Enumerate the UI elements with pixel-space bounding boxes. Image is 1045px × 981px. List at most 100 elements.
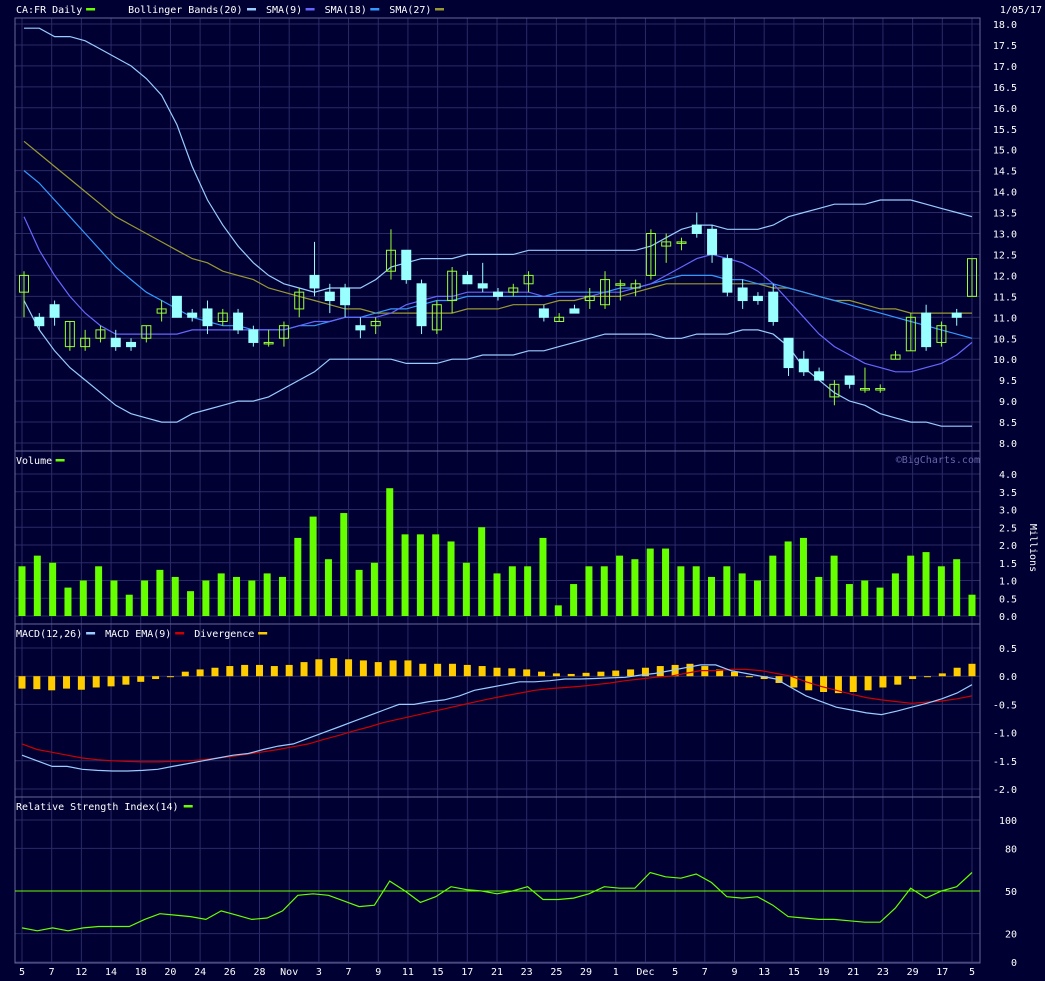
rsi-legend: Relative Strength Index(14) — [16, 802, 193, 813]
candle-body — [110, 337, 121, 348]
volume-bar — [600, 566, 608, 616]
y-tick-label: 13.0 — [993, 230, 1017, 241]
x-tick-label: 7 — [702, 967, 708, 978]
candle-body — [737, 287, 748, 302]
y-tick-label: 15.0 — [993, 146, 1017, 157]
candle-body — [844, 375, 855, 385]
x-tick-label: 23 — [521, 967, 533, 978]
divergence-bar — [745, 676, 753, 678]
legend-swatch — [435, 8, 444, 11]
legend-label: Bollinger Bands(20) — [128, 5, 242, 16]
legend-label: Divergence — [194, 629, 254, 640]
candle-body — [951, 312, 962, 318]
divergence-bar — [211, 667, 219, 677]
divergence-bar — [597, 671, 605, 677]
divergence-bar — [241, 664, 249, 677]
candle-body — [768, 291, 779, 322]
y-tick-label: 2.0 — [999, 541, 1017, 552]
volume-bar — [33, 555, 41, 616]
divergence-bar — [196, 669, 204, 677]
y-tick-label: 11.5 — [993, 292, 1017, 303]
volume-bar — [968, 594, 976, 616]
volume-bar — [662, 548, 670, 616]
volume-bar — [49, 562, 57, 616]
candle-body — [171, 295, 182, 318]
volume-bar — [585, 566, 593, 616]
divergence-bar — [953, 667, 961, 677]
divergence-bar — [330, 658, 338, 677]
stock-chart: CA:FR Daily Bollinger Bands(20) SMA(9) SMA(… — [0, 0, 1045, 981]
x-tick-label: 14 — [105, 967, 117, 978]
divergence-bar — [864, 676, 872, 691]
y-tick-label: 1.5 — [999, 559, 1017, 570]
legend-label: SMA(9) — [266, 5, 302, 16]
y-tick-label: 2.5 — [999, 523, 1017, 534]
legend-label: SMA(18) — [325, 5, 367, 16]
y-tick-label: 8.5 — [999, 418, 1017, 429]
x-tick-label: 7 — [49, 967, 55, 978]
divergence-bar — [968, 663, 976, 677]
y-tick-label: -0.5 — [993, 700, 1017, 711]
divergence-bar — [359, 660, 367, 677]
legend-swatch — [305, 8, 315, 11]
candle-body — [202, 308, 213, 327]
divergence-bar — [389, 660, 397, 677]
volume-bar — [861, 580, 869, 616]
candle-body — [324, 291, 335, 302]
candle-body — [340, 287, 351, 306]
candle-body — [752, 295, 763, 302]
x-tick-label: 28 — [253, 967, 265, 978]
volume-bar — [937, 566, 945, 616]
volume-bar — [386, 488, 394, 616]
divergence-bar — [612, 670, 620, 677]
divergence-bar — [849, 676, 857, 692]
divergence-bar — [404, 660, 412, 677]
x-tick-label: 3 — [316, 967, 322, 978]
volume-bar — [830, 555, 838, 616]
divergence-bar — [107, 676, 115, 687]
candle-body — [722, 258, 733, 293]
y-tick-label: 20 — [1005, 930, 1017, 941]
volume-bar — [462, 562, 470, 616]
x-tick-label: 29 — [580, 967, 592, 978]
volume-bar — [401, 534, 409, 616]
divergence-bar — [656, 666, 664, 677]
y-tick-label: -1.5 — [993, 757, 1017, 768]
volume-bar — [125, 594, 133, 616]
candle-body — [126, 341, 137, 348]
y-tick-label: 8.0 — [999, 439, 1017, 450]
volume-bar — [845, 584, 853, 616]
divergence-bar — [315, 659, 323, 677]
candle-body — [921, 312, 932, 348]
y-tick-label: 17.5 — [993, 41, 1017, 52]
legend-swatch — [175, 632, 185, 635]
y-tick-label: 3.5 — [999, 488, 1017, 499]
y-tick-label: 9.0 — [999, 397, 1017, 408]
x-tick-label: 13 — [758, 967, 770, 978]
y-tick-label: 0.5 — [999, 594, 1017, 605]
x-tick-label: 29 — [907, 967, 919, 978]
divergence-bar — [63, 676, 71, 689]
x-tick-label: 20 — [164, 967, 176, 978]
divergence-bar — [938, 673, 946, 677]
volume-bar — [309, 516, 317, 616]
legend-label: MACD(12,26) — [16, 629, 82, 640]
divergence-bar — [909, 676, 917, 680]
legend-swatch — [258, 632, 268, 635]
y-tick-label: 100 — [999, 816, 1017, 827]
volume-bar — [156, 569, 164, 616]
candle-body — [798, 358, 809, 373]
volume-bar — [769, 555, 777, 616]
y-tick-label: 13.5 — [993, 209, 1017, 220]
candle-body — [416, 283, 427, 327]
watermark-text: ©BigCharts.com — [896, 455, 980, 466]
divergence-bar — [434, 663, 442, 677]
x-tick-label: 21 — [491, 967, 503, 978]
y-tick-label: 80 — [1005, 844, 1017, 855]
x-tick-label: 12 — [75, 967, 87, 978]
volume-bar — [478, 527, 486, 616]
volume-bar — [508, 566, 516, 616]
y-tick-label: 9.5 — [999, 376, 1017, 387]
divergence-bar — [879, 676, 887, 688]
legend-swatch — [370, 8, 380, 11]
